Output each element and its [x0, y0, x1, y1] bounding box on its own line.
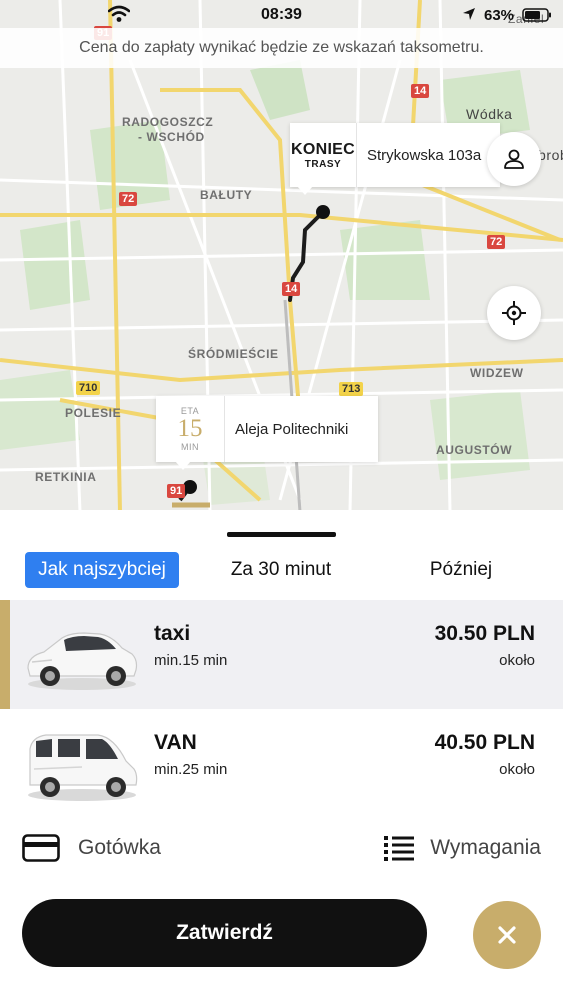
route-badge-72: 72	[119, 192, 138, 206]
profile-button[interactable]	[487, 132, 541, 186]
order-bottom-sheet: Jak najszybciej Za 30 minut Później taxi…	[0, 510, 563, 1000]
tab-later[interactable]: Później	[405, 552, 517, 588]
vehicle-price: 40.50 PLN	[434, 731, 535, 754]
vehicle-name: VAN	[154, 731, 197, 754]
end-point-address: Strykowska 103a	[367, 146, 482, 164]
end-point-subtitle: TRASY	[304, 158, 342, 170]
map-label-polesie: POLESIE	[65, 406, 122, 420]
eta-tag: ETA 15 MIN	[156, 396, 225, 462]
battery-percentage: 63%	[484, 7, 515, 24]
confirm-button[interactable]: Zatwierdź	[22, 899, 427, 967]
sheet-drag-handle[interactable]	[227, 532, 336, 537]
payment-row: Gotówka Wymagania	[0, 828, 563, 868]
vehicle-price: 30.50 PLN	[434, 622, 535, 645]
map-label-brob: brob	[538, 147, 563, 163]
route-badge-713: 713	[339, 382, 364, 396]
end-point-callout[interactable]: KONIEC TRASY Strykowska 103a	[290, 123, 500, 187]
locate-me-button[interactable]	[487, 286, 541, 340]
route-badge-14: 14	[411, 84, 430, 98]
route-badge-91: 91	[167, 484, 186, 498]
payment-method-label: Gotówka	[78, 836, 161, 859]
sedan-car-icon	[27, 632, 138, 690]
end-point-tag: KONIEC TRASY	[290, 123, 357, 187]
vehicle-eta: min.25 min	[154, 761, 228, 778]
vehicle-eta: min.15 min	[154, 652, 228, 669]
map-label-srodmiescie: ŚRÓDMIEŚCIE	[188, 347, 279, 361]
cancel-button[interactable]	[473, 901, 541, 969]
map-label-widzew: WIDZEW	[470, 366, 524, 380]
map-view[interactable]: RADOGOSZCZ - WSCHÓD BAŁUTY ŚRÓDMIEŚCIE P…	[0, 0, 563, 512]
start-point-callout[interactable]: ETA 15 MIN Aleja Politechniki	[156, 396, 378, 462]
location-arrow-icon	[463, 8, 475, 20]
map-label-radogoszcz: RADOGOSZCZ	[122, 115, 214, 129]
fare-notice-banner: Cena do zapłaty wynikać będzie ze wskaza…	[0, 28, 563, 68]
map-label-baluty: BAŁUTY	[200, 188, 253, 202]
list-icon	[384, 836, 415, 861]
end-point-title: KONIEC	[290, 140, 356, 158]
vehicle-price-approx: około	[499, 761, 535, 778]
van-icon	[28, 734, 138, 801]
tab-asap[interactable]: Jak najszybciej	[25, 552, 179, 588]
battery-icon	[522, 8, 551, 22]
vehicle-name: taxi	[154, 622, 191, 645]
requirements-button[interactable]: Wymagania	[384, 828, 541, 868]
start-point-address: Aleja Politechniki	[235, 420, 349, 438]
credit-card-icon	[22, 834, 60, 862]
tab-in-30-minutes[interactable]: Za 30 minut	[210, 552, 352, 588]
vehicle-price-approx: około	[499, 652, 535, 669]
map-label-wodka: Wódka	[466, 106, 513, 122]
eta-unit: MIN	[181, 442, 199, 452]
route-badge-14: 14	[282, 282, 301, 296]
requirements-label: Wymagania	[430, 836, 541, 859]
time-selector-tabs: Jak najszybciej Za 30 minut Później	[0, 552, 563, 588]
eta-value: 15	[177, 415, 203, 442]
selected-indicator	[0, 600, 10, 709]
user-icon	[504, 149, 524, 169]
status-bar: 08:39 63%	[0, 0, 563, 30]
route-badge-72: 72	[487, 235, 506, 249]
status-time: 08:39	[261, 6, 302, 23]
vehicle-option-van[interactable]: VAN min.25 min 40.50 PLN około	[0, 709, 563, 818]
vehicle-option-taxi[interactable]: taxi min.15 min 30.50 PLN około	[0, 600, 563, 709]
close-icon	[498, 926, 516, 944]
crosshair-icon	[502, 301, 526, 325]
end-callout-pointer	[297, 186, 313, 195]
map-label-retkinia: RETKINIA	[35, 470, 97, 484]
payment-method-button[interactable]: Gotówka	[22, 828, 161, 868]
map-label-radogoszcz-wschod: - WSCHÓD	[138, 130, 205, 144]
start-callout-pointer	[175, 461, 191, 470]
map-label-augustow: AUGUSTÓW	[436, 443, 513, 457]
route-badge-710: 710	[76, 381, 101, 395]
